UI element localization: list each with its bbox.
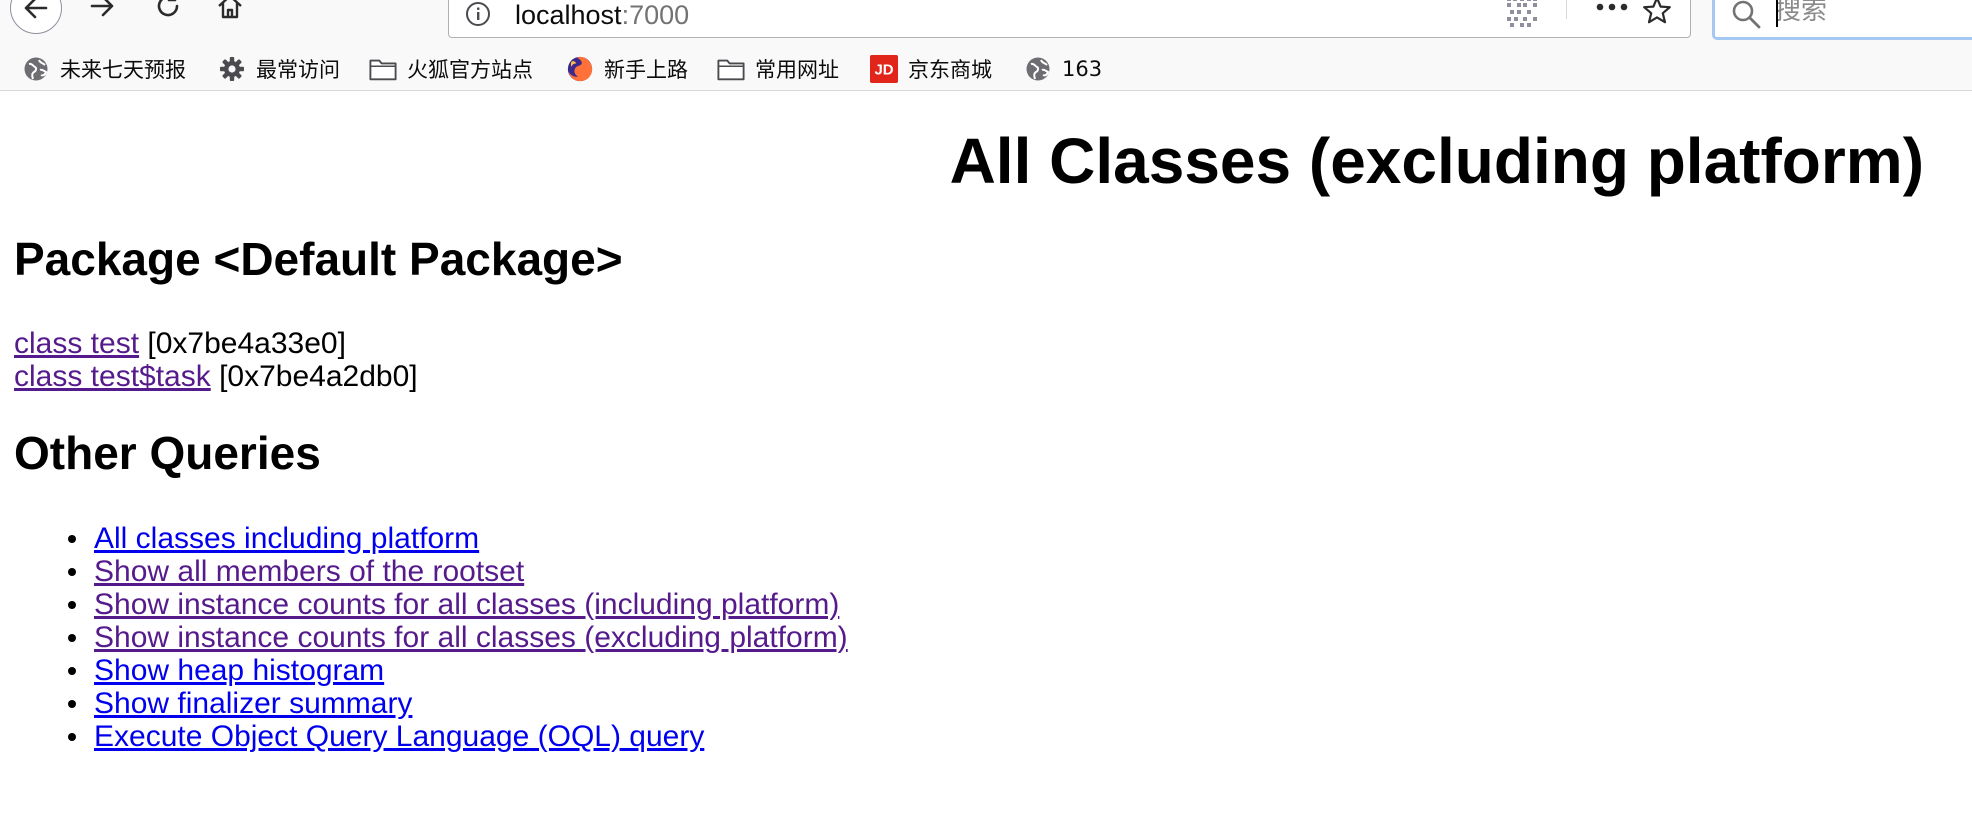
svg-text:JD: JD [874,62,893,79]
class-row: class test$task [0x7be4a2db0] [14,360,418,393]
home-icon [218,0,242,19]
bookmark-label: 163 [1062,57,1103,81]
reload-icon [157,0,179,17]
bookmark-jd-mall[interactable]: JD 京东商城 [870,52,992,86]
bullet-dot [68,535,76,543]
class-link-test[interactable]: class test [14,327,139,360]
home-button[interactable] [210,0,250,26]
arrow-right-icon [90,0,114,17]
bookmarks-toolbar: 未来七天预报 最常访问 火狐官方站点 新手上路 常用网址 JD 京东商城 163 [0,50,1972,88]
reload-button[interactable] [148,0,188,26]
class-list: class test [0x7be4a33e0] class test$task… [14,327,418,393]
bookmark-label: 最常访问 [256,58,340,82]
class-address: [0x7be4a33e0] [147,327,346,360]
bullet-dot [68,601,76,609]
jd-icon: JD [870,55,898,83]
query-link-finalizer-summary[interactable]: Show finalizer summary [94,687,412,720]
bookmark-star-icon[interactable] [1641,0,1673,27]
forward-button[interactable] [82,0,122,26]
globe-icon [1024,55,1052,83]
query-item: Show instance counts for all classes (in… [68,588,848,621]
bookmark-label: 京东商城 [908,58,992,82]
query-item: Execute Object Query Language (OQL) quer… [68,720,848,753]
query-link-rootset[interactable]: Show all members of the rootset [94,555,524,588]
url-separator [1566,0,1567,19]
url-port: :7000 [621,0,690,30]
folder-icon [717,55,745,83]
address-bar[interactable]: localhost:7000 [448,0,1691,38]
query-link-instance-counts-excluding[interactable]: Show instance counts for all classes (ex… [94,621,848,654]
query-link-instance-counts-including[interactable]: Show instance counts for all classes (in… [94,588,839,621]
qr-code-icon[interactable] [1507,0,1537,27]
search-icon [1732,0,1761,29]
search-input[interactable] [1775,0,1972,27]
query-item: All classes including platform [68,522,848,555]
text-caret [1776,0,1778,27]
search-box[interactable] [1712,0,1972,40]
query-item: Show all members of the rootset [68,555,848,588]
query-item: Show instance counts for all classes (ex… [68,621,848,654]
other-queries-heading: Other Queries [14,427,321,479]
info-icon[interactable] [465,1,491,27]
bookmark-common-sites[interactable]: 常用网址 [717,52,839,86]
query-item: Show finalizer summary [68,687,848,720]
query-link-all-classes[interactable]: All classes including platform [94,522,479,555]
gear-icon [218,55,246,83]
folder-icon [369,55,397,83]
url-host: localhost [515,0,622,30]
globe-icon [22,55,50,83]
bookmark-label: 未来七天预报 [60,58,186,82]
bullet-dot [68,634,76,642]
bullet-dot [68,700,76,708]
package-heading: Package <Default Package> [14,233,623,285]
back-button[interactable] [10,0,62,34]
bookmark-weather[interactable]: 未来七天预报 [22,52,186,86]
page-title: All Classes (excluding platform) [949,125,1924,197]
bookmark-label: 常用网址 [755,58,839,82]
browser-toolbar: localhost:7000 搜索 未来七天预报 最常访问 火狐官方站点 新手上… [0,0,1972,91]
bookmark-163[interactable]: 163 [1024,52,1102,86]
query-link-oql[interactable]: Execute Object Query Language (OQL) quer… [94,720,704,753]
query-list: All classes including platform Show all … [68,522,848,753]
bullet-dot [68,667,76,675]
query-link-heap-histogram[interactable]: Show heap histogram [94,654,384,687]
bookmark-getting-started[interactable]: 新手上路 [566,52,688,86]
page-content: All Classes (excluding platform) Package… [0,91,1972,816]
bookmark-label: 火狐官方站点 [407,58,533,82]
url-text[interactable]: localhost:7000 [515,0,689,31]
arrow-left-icon [24,0,48,19]
query-item: Show heap histogram [68,654,848,687]
bullet-dot [68,568,76,576]
bookmark-most-visited[interactable]: 最常访问 [218,52,340,86]
firefox-icon [566,55,594,83]
more-options-icon[interactable] [1596,3,1628,11]
bookmark-label: 新手上路 [604,58,688,82]
class-row: class test [0x7be4a33e0] [14,327,418,360]
class-link-test-task[interactable]: class test$task [14,360,211,393]
bullet-dot [68,733,76,741]
bookmark-firefox-official[interactable]: 火狐官方站点 [369,52,533,86]
class-address: [0x7be4a2db0] [219,360,418,393]
